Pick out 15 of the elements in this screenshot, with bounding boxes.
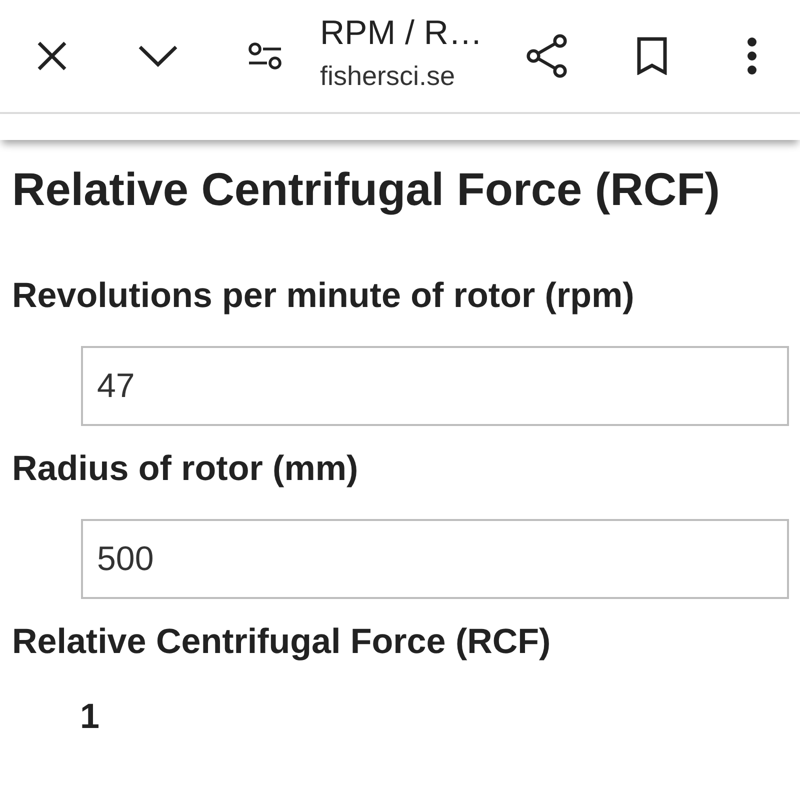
page-title: RPM / R… [320, 13, 484, 53]
share-icon [526, 34, 568, 78]
input-field[interactable]: 47 [81, 346, 789, 426]
result-value: 1 [80, 697, 100, 737]
page-url: fishersci.se [320, 60, 456, 93]
input-field[interactable]: 500 [81, 519, 789, 599]
field-label: Radius of rotor (mm) [12, 449, 358, 489]
result-label: Relative Centrifugal Force (RCF) [12, 622, 551, 662]
close-icon [37, 41, 67, 71]
field-label: Revolutions per minute of rotor (rpm) [12, 276, 634, 316]
sliders-icon [248, 42, 282, 70]
chevron-down-icon [138, 45, 178, 67]
more-icon [747, 37, 757, 75]
page-heading: Relative Centrifugal Force (RCF) [12, 163, 720, 215]
bookmark-icon [637, 37, 667, 75]
